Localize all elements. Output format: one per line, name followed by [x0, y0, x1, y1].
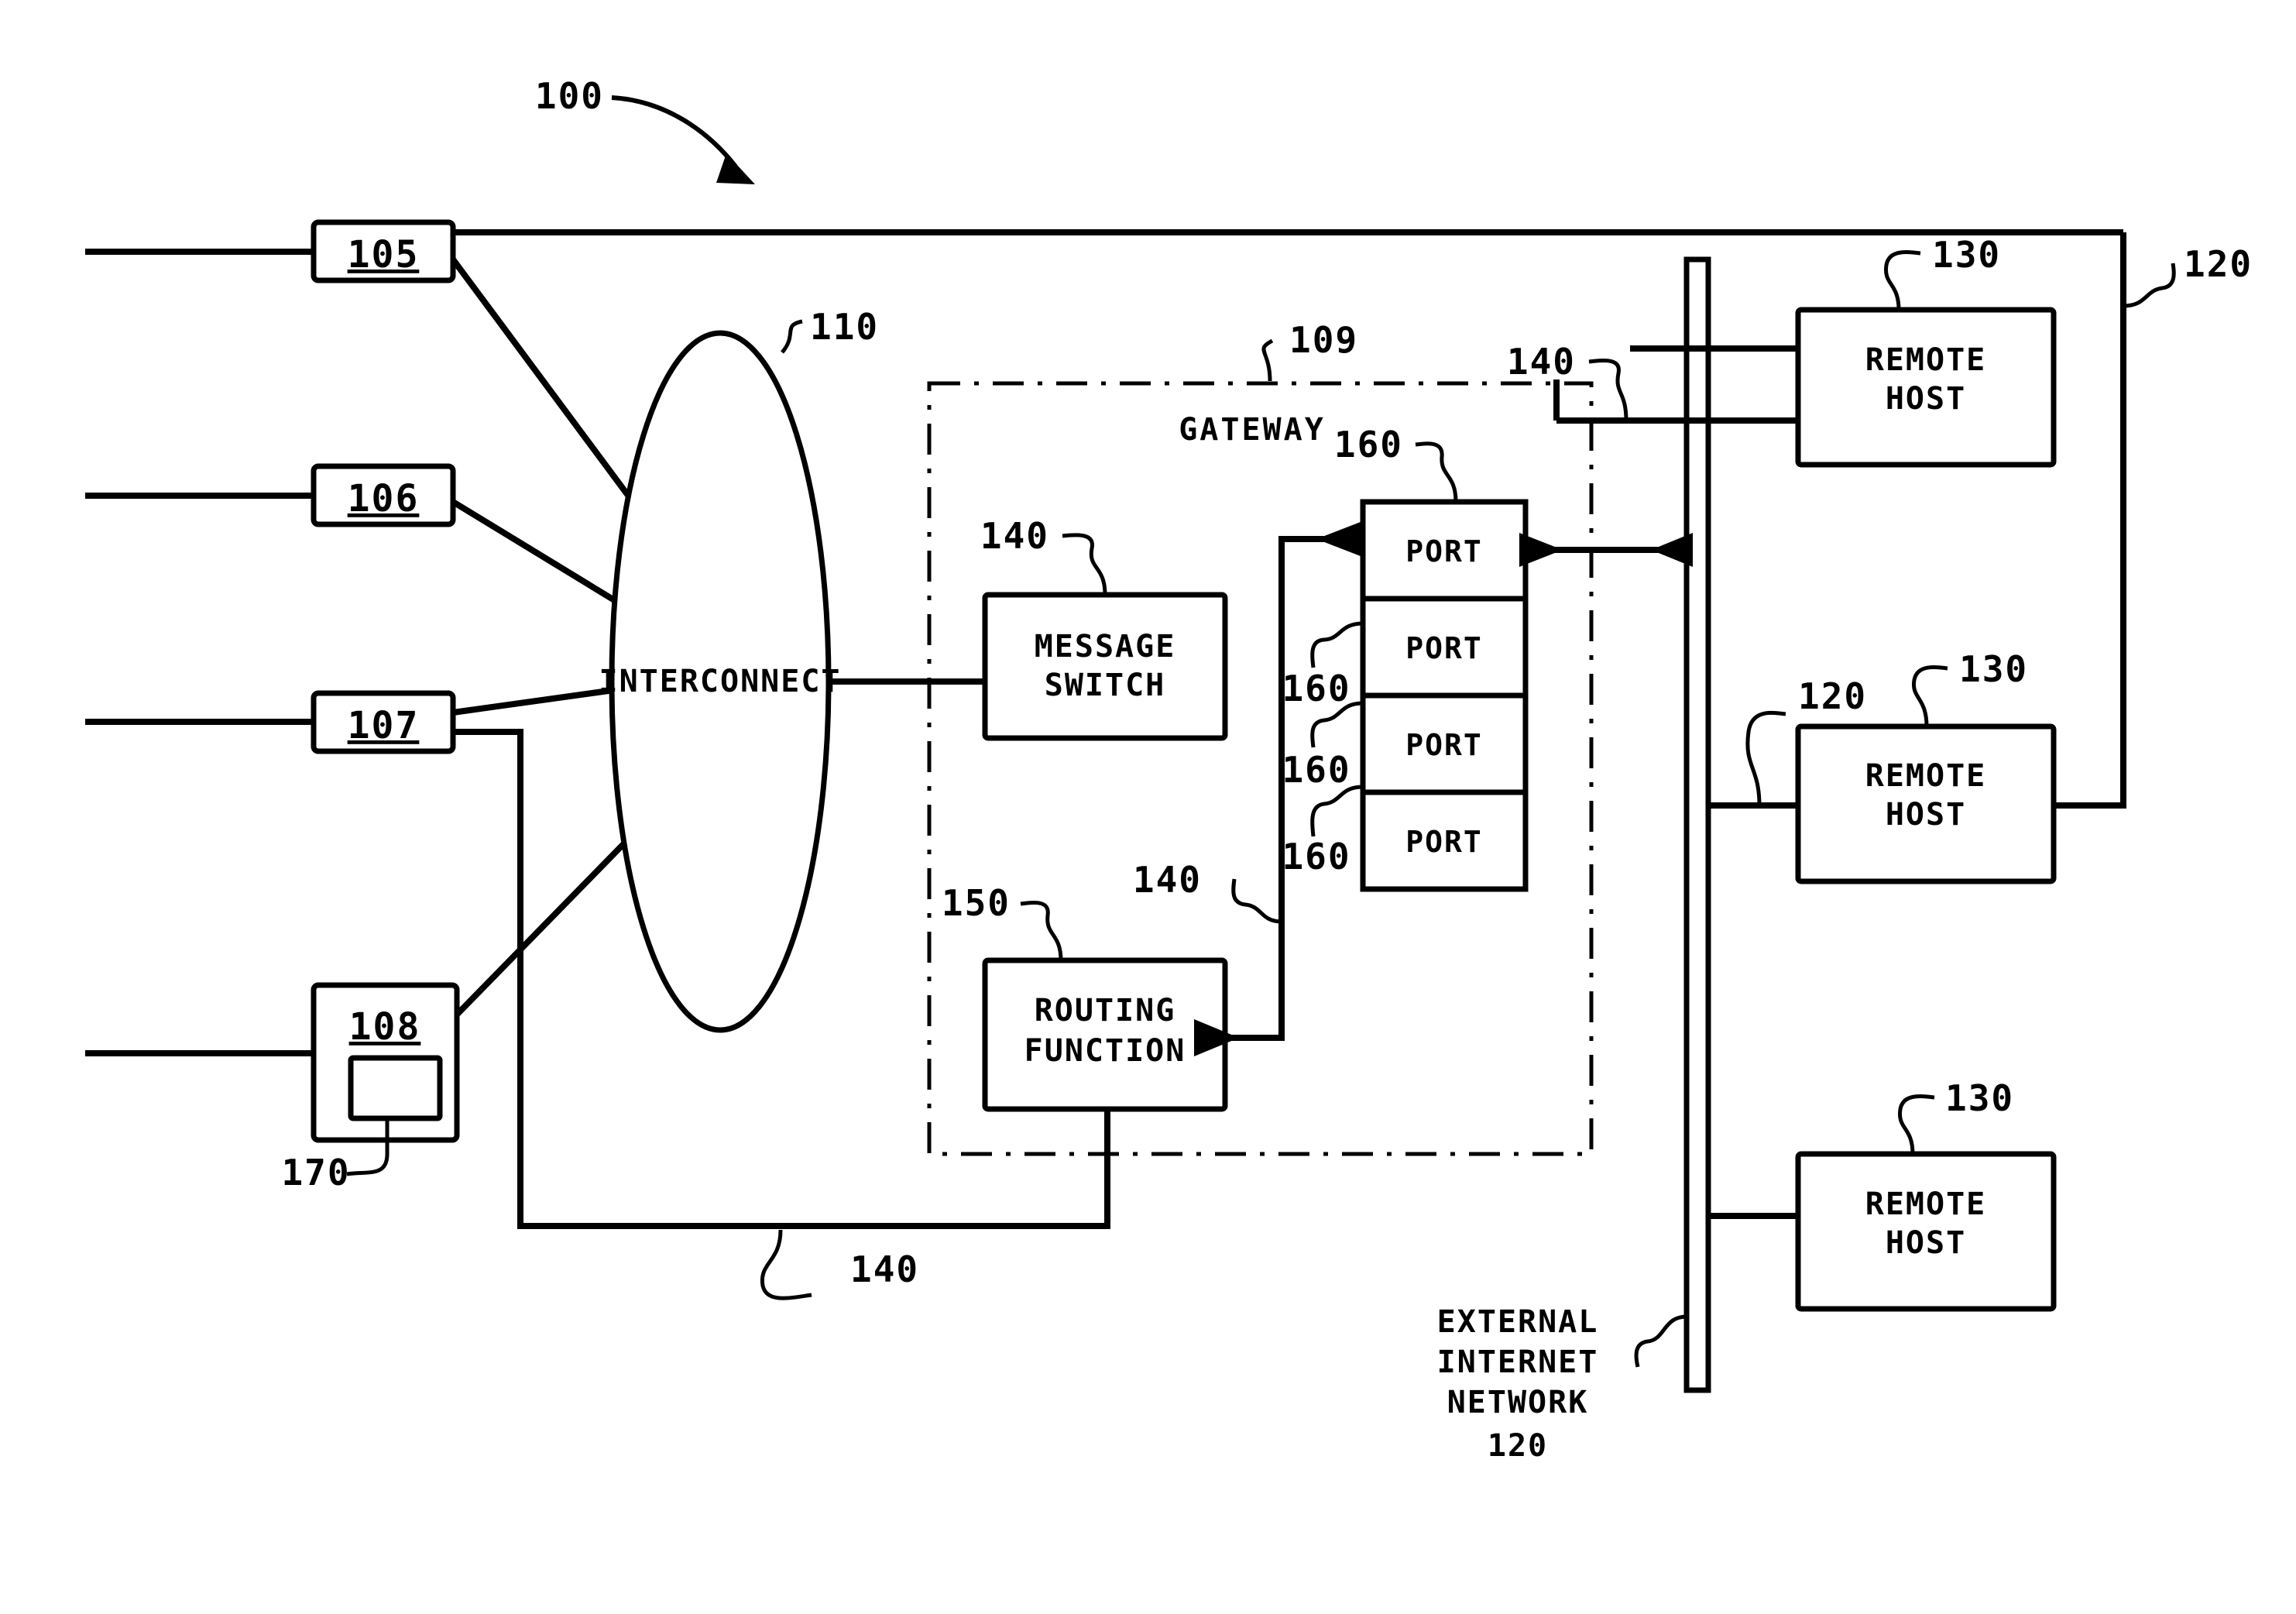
ref-label-130-host-middle: 130: [1959, 648, 2028, 690]
ref-label-109: 109: [1289, 319, 1358, 361]
lead-120-right-bus: [2123, 263, 2176, 308]
lead-140-gateway-host: [1588, 359, 1628, 421]
patent-figure-canvas: 105 106 107 108 170 140 INTERCONNECT 110…: [0, 0, 2296, 1614]
ref-label-140-gateway-host: 140: [1507, 341, 1576, 383]
lead-140-bottom: [760, 1229, 812, 1300]
external-network-label-line4: 120: [1488, 1428, 1548, 1464]
arrowhead-network-right: [1651, 533, 1693, 567]
remote-host-top-line2: HOST: [1886, 381, 1966, 417]
inner-display-170[interactable]: [348, 1055, 443, 1121]
figure-ref-arrowhead: [716, 153, 755, 184]
lead-140-port-bus: [1231, 878, 1282, 924]
figure-ref-arrow: [611, 95, 738, 168]
remote-host-bottom-line2: HOST: [1886, 1225, 1966, 1261]
port-label-4: PORT: [1405, 825, 1483, 859]
node-label-105: 105: [348, 233, 420, 276]
remote-host-top-line1: REMOTE: [1865, 342, 1987, 378]
gateway-label: GATEWAY: [1179, 412, 1326, 448]
ref-label-160-port1: 160: [1334, 424, 1403, 465]
lead-160-port1: [1415, 441, 1458, 503]
external-internet-network-bar[interactable]: [1683, 256, 1711, 1393]
ref-label-140-message-switch: 140: [980, 515, 1049, 557]
external-network-label-line2: INTERNET: [1437, 1344, 1599, 1380]
link-108-interconnect: [455, 842, 626, 1017]
lead-150: [1020, 901, 1063, 961]
ref-label-170: 170: [281, 1152, 350, 1193]
node-label-108: 108: [349, 1005, 421, 1049]
ref-label-130-host-top: 130: [1932, 234, 2001, 276]
lead-110: [781, 319, 803, 354]
lead-160-port4: [1310, 785, 1364, 837]
remote-host-middle-line1: REMOTE: [1865, 758, 1987, 794]
remote-host-middle-line2: HOST: [1886, 797, 1966, 833]
lead-120-host-middle: [1745, 710, 1786, 806]
lead-120-network: [1634, 1314, 1687, 1368]
arrowhead-port-left: [1519, 533, 1563, 567]
arrowhead-to-bus: [1316, 520, 1364, 558]
routing-function-label-line2: FUNCTION: [1024, 1033, 1186, 1069]
ref-label-140-bottom: 140: [850, 1248, 919, 1290]
routing-function-label-line1: ROUTING: [1035, 993, 1176, 1028]
ref-label-120-right-bus: 120: [2184, 243, 2253, 285]
external-network-label-line1: EXTERNAL: [1437, 1304, 1599, 1340]
port-label-3: PORT: [1405, 728, 1483, 762]
figure-ref-label: 100: [535, 75, 604, 117]
remote-host-bottom-line1: REMOTE: [1865, 1186, 1987, 1222]
lead-130-host-middle: [1911, 665, 1948, 727]
lead-160-port2: [1310, 621, 1364, 668]
ref-label-150: 150: [942, 882, 1011, 924]
message-switch-label-line1: MESSAGE: [1035, 629, 1176, 664]
message-switch-label-line2: SWITCH: [1045, 668, 1166, 703]
lead-140-message-switch: [1062, 533, 1107, 596]
ref-label-120-host-middle: 120: [1798, 675, 1867, 717]
link-107-interconnect: [452, 686, 620, 716]
external-network-label-line3: NETWORK: [1447, 1385, 1589, 1420]
interconnect-label: INTERCONNECT: [599, 664, 842, 699]
port-label-1: PORT: [1405, 534, 1483, 568]
node-label-106: 106: [348, 477, 420, 520]
lead-130-host-bottom: [1897, 1094, 1935, 1155]
ref-label-130-host-bottom: 130: [1945, 1077, 2014, 1119]
network-diagram: 105 106 107 108 170 140 INTERCONNECT 110…: [85, 75, 2253, 1464]
link-105-interconnect: [450, 257, 652, 526]
lead-160-port3: [1310, 701, 1364, 748]
ref-label-160-port2: 160: [1282, 668, 1350, 709]
message-switch-box[interactable]: [982, 592, 1228, 741]
ref-label-160-port4: 160: [1282, 836, 1350, 877]
ref-label-160-port3: 160: [1282, 749, 1350, 791]
lead-109: [1261, 338, 1274, 382]
node-label-107: 107: [348, 704, 420, 747]
ref-label-110: 110: [810, 306, 879, 348]
lead-130-host-top: [1883, 250, 1921, 311]
ref-label-140-port-bus: 140: [1133, 859, 1202, 901]
port-label-2: PORT: [1405, 631, 1483, 665]
